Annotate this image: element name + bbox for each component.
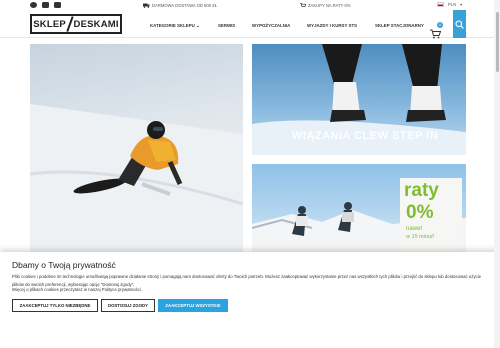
- logo-text-left: SKLEP: [33, 18, 66, 30]
- logo-slash: [66, 16, 74, 32]
- bindings-caption: WIĄZANIA CLEW STEP IN: [292, 130, 439, 142]
- scrollbar-thumb[interactable]: [495, 12, 499, 72]
- flag-pl-icon: [437, 2, 444, 7]
- facebook-icon[interactable]: [30, 2, 37, 8]
- installments-promo[interactable]: raty 0% nawet w 15 minut!: [400, 178, 462, 252]
- top-bar: DARMOWA DOSTAWA OD 500 ZŁ ZAKUPY NA RATY…: [0, 0, 500, 10]
- raty-percent: 0%: [406, 202, 434, 223]
- raty-title: raty: [404, 180, 439, 201]
- truck-icon: [143, 3, 150, 8]
- nav-item-trips[interactable]: WYJAZDY I KURSY STS: [307, 23, 357, 28]
- logo-text-right: DESKAMI: [73, 18, 119, 30]
- nav-label: KATEGORIE SKLEPU: [150, 23, 195, 28]
- chevron-down-icon: ⌄: [196, 23, 200, 28]
- social-links: [30, 2, 61, 8]
- nav-item-categories[interactable]: KATEGORIE SKLEPU ⌄: [150, 23, 200, 29]
- nav-item-store[interactable]: SKLEP STACJONARNY: [375, 23, 424, 28]
- nav-item-serwis[interactable]: SERWIS: [218, 23, 235, 28]
- installments-info: ZAKUPY NA RATY 0%: [300, 3, 351, 8]
- privacy-policy-link[interactable]: Więcej o plikach cookies przeczytasz w n…: [12, 287, 142, 292]
- raty-subtitle: nawet: [406, 226, 423, 232]
- cookie-text: Pliki cookies i podobne im technologie u…: [12, 274, 481, 287]
- logo[interactable]: SKLEP DESKAMI: [30, 14, 122, 34]
- youtube-icon[interactable]: [54, 2, 61, 8]
- page-scrollbar[interactable]: [494, 0, 500, 348]
- header: SKLEP DESKAMI KATEGORIE SKLEPU ⌄ SERWIS W…: [0, 10, 500, 39]
- accept-all-button[interactable]: ZAAKCEPTUJ WSZYSTKIE: [158, 299, 228, 312]
- cart-icon: [430, 29, 442, 39]
- banner-bindings[interactable]: WIĄZANIA CLEW STEP IN: [252, 44, 466, 155]
- chevron-down-icon: ▾: [460, 2, 463, 7]
- accept-necessary-button[interactable]: ZAAKCEPTUJ TYLKO NIEZBĘDNE: [12, 299, 98, 312]
- cart-small-icon: [300, 3, 306, 7]
- cart-button[interactable]: 0: [430, 22, 443, 39]
- banner-snowboarder[interactable]: [30, 44, 243, 252]
- raty-time: w 15 minut!: [406, 234, 435, 240]
- cookie-consent-banner: Dbamy o Twoją prywatność Pliki cookies i…: [0, 252, 500, 348]
- snowboarder-image: [30, 104, 243, 252]
- shipping-info: DARMOWA DOSTAWA OD 500 ZŁ: [143, 3, 217, 8]
- shipping-text: DARMOWA DOSTAWA OD 500 ZŁ: [152, 3, 218, 8]
- search-button[interactable]: [453, 10, 466, 38]
- currency-label: PLN: [448, 2, 457, 7]
- cart-count-badge: 0: [437, 22, 443, 28]
- language-currency-selector[interactable]: PLN ▾: [437, 2, 462, 7]
- nav-item-rental[interactable]: WYPOŻYCZALNIA: [252, 23, 290, 28]
- search-icon: [455, 19, 464, 29]
- cookie-title: Dbamy o Twoją prywatność: [12, 260, 116, 270]
- instagram-icon[interactable]: [42, 2, 49, 8]
- customize-consents-button[interactable]: DOSTOSUJ ZGODY: [101, 299, 155, 312]
- installments-text: ZAKUPY NA RATY 0%: [308, 3, 351, 8]
